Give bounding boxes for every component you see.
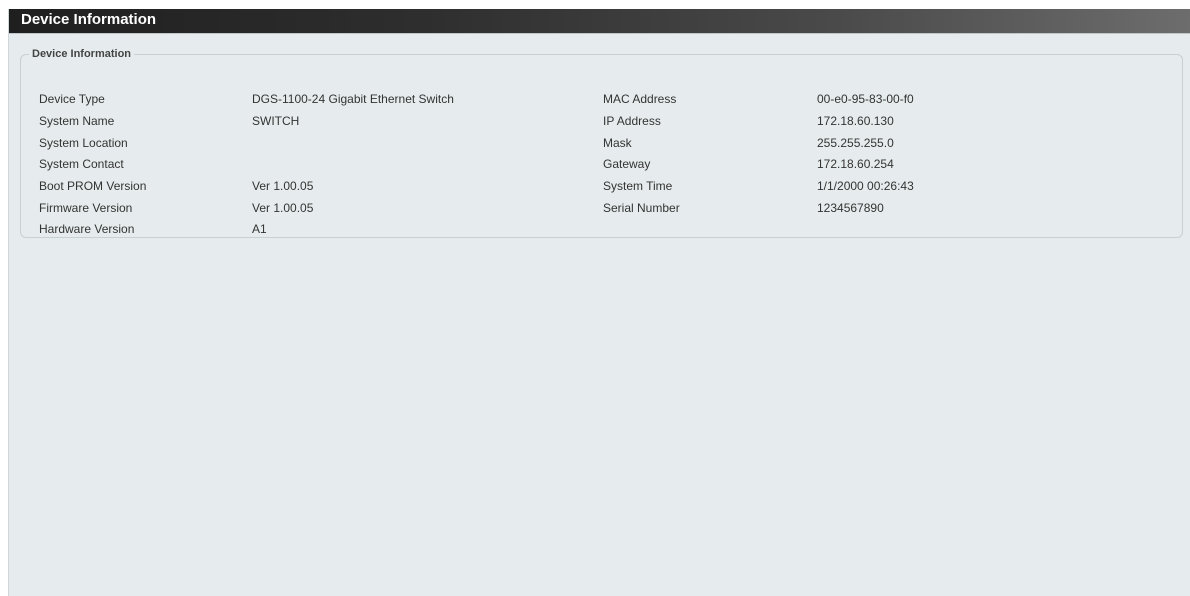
mac-address-label: MAC Address	[603, 92, 677, 106]
firmware-version-value: Ver 1.00.05	[252, 201, 314, 215]
serial-number-value: 1234567890	[817, 201, 884, 215]
hardware-version-label: Hardware Version	[39, 222, 135, 236]
mask-value: 255.255.255.0	[817, 136, 894, 150]
system-time-value: 1/1/2000 00:26:43	[817, 179, 914, 193]
firmware-version-label: Firmware Version	[39, 201, 133, 215]
ip-address-value: 172.18.60.130	[817, 114, 894, 128]
gateway-value: 172.18.60.254	[817, 157, 894, 171]
ip-address-label: IP Address	[603, 114, 661, 128]
system-location-label: System Location	[39, 136, 128, 150]
device-type-label: Device Type	[39, 92, 105, 106]
panel-legend: Device Information	[29, 47, 135, 61]
mask-label: Mask	[603, 136, 632, 150]
page-title: Device Information	[21, 11, 157, 28]
boot-prom-version-label: Boot PROM Version	[39, 179, 147, 193]
system-name-label: System Name	[39, 114, 115, 128]
device-type-value: DGS-1100-24 Gigabit Ethernet Switch	[252, 92, 454, 106]
mac-address-value: 00-e0-95-83-00-f0	[817, 92, 914, 106]
system-time-label: System Time	[603, 179, 673, 193]
boot-prom-version-value: Ver 1.00.05	[252, 179, 314, 193]
content-frame: Device Information Device Information De…	[8, 9, 1190, 596]
gateway-label: Gateway	[603, 157, 651, 171]
device-info-panel: Device Information Device Type System Na…	[20, 47, 1183, 238]
serial-number-label: Serial Number	[603, 201, 680, 215]
hardware-version-value: A1	[252, 222, 267, 236]
system-contact-label: System Contact	[39, 157, 124, 171]
system-name-value: SWITCH	[252, 114, 300, 128]
title-bar: Device Information	[9, 9, 1190, 34]
